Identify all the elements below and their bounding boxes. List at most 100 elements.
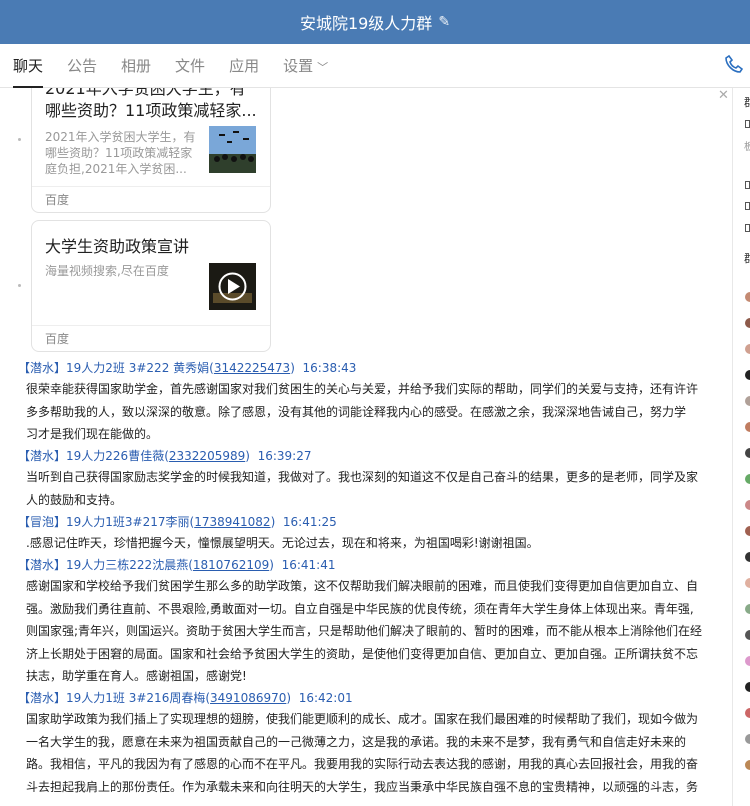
member-avatar[interactable] bbox=[745, 552, 750, 562]
member-avatar[interactable] bbox=[745, 604, 750, 614]
edit-title-icon[interactable]: ✎ bbox=[438, 14, 450, 30]
card-desc: 海量视频搜索,尽在百度 bbox=[45, 264, 169, 278]
tab-album-label: 相册 bbox=[121, 56, 152, 75]
sender-qq-link[interactable]: 2332205989 bbox=[169, 449, 245, 463]
sender-name[interactable]: 19人力226曹佳薇 bbox=[66, 449, 164, 463]
sender-name[interactable]: 19人力三栋222沈晨燕 bbox=[66, 558, 188, 572]
panel-checkbox[interactable] bbox=[745, 224, 750, 232]
member-avatar[interactable] bbox=[745, 708, 750, 718]
panel-checkbox[interactable] bbox=[745, 120, 750, 128]
right-side-panel: 群 板 群 bbox=[732, 88, 750, 806]
member-avatar[interactable] bbox=[745, 734, 750, 744]
panel-checkbox[interactable] bbox=[745, 181, 750, 189]
message-line: 当听到自己获得国家励志奖学金的时候我知道，我做对了。我也深刻的知道这不仅是自己奋… bbox=[26, 470, 699, 484]
sender-name[interactable]: 19人力1班 3#216周春梅 bbox=[66, 691, 205, 705]
sender-qq-link[interactable]: 3491086970 bbox=[210, 691, 286, 705]
sender-name[interactable]: 19人力1班3#217李丽 bbox=[66, 515, 190, 529]
card-source: 百度 bbox=[32, 186, 270, 212]
message-line: 斗去担起我肩上的那份责任。作为承载未来和向往明天的大学生，我应当秉承中华民族自强… bbox=[26, 779, 699, 794]
tab-files-label: 文件 bbox=[175, 56, 206, 75]
link-card-policy[interactable]: 2021年入学贫困大学生，有 哪些资助？11项政策减轻家... 2021年入学贫… bbox=[31, 88, 271, 213]
message-line: 路。我相信，平凡的我因为有了感恩的心而不在平凡。我要用我的实际行动去表达我的感谢… bbox=[26, 757, 699, 772]
group-title: 安城院19级人力群 bbox=[299, 14, 433, 33]
message-body: 国家助学政策为我们插上了实现理想的翅膀，使我们能更顺利的成长、成才。国家在我们最… bbox=[26, 708, 714, 798]
sender-qq-link[interactable]: 1738941082 bbox=[194, 515, 270, 529]
message-line: 多多帮助我的人，致以深深的敬意。除了感恩，没有其他的词能诠释我内心的感受。在感激… bbox=[26, 404, 687, 419]
message-line: 强。激励我们勇往直前、不畏艰险,勇敢面对一切。自立自强是中华民族的优良传统，须在… bbox=[26, 601, 694, 616]
card-source: 百度 bbox=[32, 325, 270, 351]
card-title-line: 哪些资助？11项政策减轻家... bbox=[45, 101, 257, 120]
tab-announcement-label: 公告 bbox=[67, 56, 98, 75]
member-avatar[interactable] bbox=[745, 448, 750, 458]
member-avatar[interactable] bbox=[745, 500, 750, 510]
tab-apps-label: 应用 bbox=[229, 56, 260, 75]
tab-files[interactable]: 文件 bbox=[175, 44, 205, 88]
chevron-down-icon: ﹀ bbox=[317, 60, 329, 74]
card-thumbnail-graduation bbox=[209, 126, 256, 173]
message-line: 人的鼓励和支持。 bbox=[26, 492, 123, 507]
message-line: 则国家强;青年兴，则国运兴。资助于贫困大学生而言，只是帮助他们解决了眼前的、暂时… bbox=[26, 624, 703, 639]
message-header: 【潜水】19人力2班 3#222 黄秀娟(3142225473) 16:38:4… bbox=[18, 361, 357, 375]
member-tag: 【潜水】 bbox=[18, 558, 67, 572]
card-title: 大学生资助政策宣讲 bbox=[45, 237, 190, 256]
member-avatar[interactable] bbox=[745, 682, 750, 692]
member-avatar[interactable] bbox=[745, 370, 750, 380]
tab-bar: 聊天 公告 相册 文件 应用 设置 ﹀ bbox=[0, 44, 750, 88]
chat-message-area[interactable]: 2021年入学贫困大学生，有 哪些资助？11项政策减轻家... 2021年入学贫… bbox=[0, 88, 732, 806]
message-line: 济上长期处于困窘的局面。国家和社会给予贫困大学生的资助，是使他们变得更加自信、更… bbox=[26, 646, 699, 661]
card-desc-line: 庭负担,2021年入学贫困... bbox=[45, 162, 187, 176]
member-tag: 【潜水】 bbox=[18, 691, 67, 705]
card-title-line: 2021年入学贫困大学生，有 bbox=[45, 88, 246, 98]
message-line: 习才是我们现在能做的。 bbox=[26, 427, 159, 442]
bullet-dot bbox=[18, 138, 21, 141]
message-line: .感恩记住昨天，珍惜把握今天，憧憬展望明天。无论过去，现在和将来，为祖国喝彩!谢… bbox=[26, 536, 539, 550]
message-line: 国家助学政策为我们插上了实现理想的翅膀，使我们能更顺利的成长、成才。国家在我们最… bbox=[26, 712, 699, 726]
member-avatar[interactable] bbox=[745, 344, 750, 354]
message-time: 16:39:27 bbox=[257, 449, 312, 463]
message-time: 16:41:41 bbox=[281, 558, 336, 572]
member-avatar[interactable] bbox=[745, 760, 750, 770]
member-avatar[interactable] bbox=[745, 292, 750, 302]
panel-checkbox[interactable] bbox=[745, 202, 750, 210]
member-avatar[interactable] bbox=[745, 474, 750, 484]
message-line: 感谢国家和学校给予我们贫困学生那么多的助学政策，这不仅帮助我们解决眼前的困难，而… bbox=[26, 579, 699, 593]
member-avatar[interactable] bbox=[745, 422, 750, 432]
tab-chat-label: 聊天 bbox=[13, 56, 44, 75]
message-header: 【冒泡】19人力1班3#217李丽(1738941082) 16:41:25 bbox=[18, 515, 337, 529]
message-line: 很荣幸能获得国家助学金，首先感谢国家对我们贫困生的关心与关爱，并给予我们实际的帮… bbox=[26, 382, 699, 396]
message-body: .感恩记住昨天，珍惜把握今天，憧憬展望明天。无论过去，现在和将来，为祖国喝彩!谢… bbox=[26, 532, 714, 555]
phone-icon[interactable] bbox=[724, 54, 744, 79]
member-avatar[interactable] bbox=[745, 578, 750, 588]
panel-label: 板 bbox=[744, 138, 750, 153]
member-avatar[interactable] bbox=[745, 656, 750, 666]
member-tag: 【冒泡】 bbox=[18, 515, 67, 529]
message-body: 很荣幸能获得国家助学金，首先感谢国家对我们贫困生的关心与关爱，并给予我们实际的帮… bbox=[26, 378, 714, 446]
tab-chat[interactable]: 聊天 bbox=[13, 44, 44, 88]
link-card-video[interactable]: 大学生资助政策宣讲 海量视频搜索,尽在百度 百度 bbox=[31, 220, 271, 352]
message-header: 【潜水】19人力三栋222沈晨燕(1810762109) 16:41:41 bbox=[18, 558, 336, 572]
member-avatar[interactable] bbox=[745, 630, 750, 640]
message-time: 16:42:01 bbox=[298, 691, 353, 705]
member-avatar[interactable] bbox=[745, 396, 750, 406]
tab-settings[interactable]: 设置 ﹀ bbox=[283, 44, 328, 88]
tab-announcement[interactable]: 公告 bbox=[67, 44, 97, 88]
sender-qq-link[interactable]: 1810762109 bbox=[193, 558, 269, 572]
panel-heading: 群 bbox=[744, 250, 750, 266]
message-header: 【潜水】19人力1班 3#216周春梅(3491086970) 16:42:01 bbox=[18, 691, 353, 705]
member-tag: 【潜水】 bbox=[18, 361, 67, 375]
message-line: 一名大学生的我，愿意在未来为祖国贡献自己的一己微薄之力，这是我的承诺。我的未来不… bbox=[26, 734, 687, 749]
bullet-dot bbox=[18, 284, 21, 287]
sender-qq-link[interactable]: 3142225473 bbox=[214, 361, 290, 375]
message-time: 16:41:25 bbox=[282, 515, 337, 529]
message-line: 扶志，助学重在育人。感谢祖国，感谢党! bbox=[26, 669, 247, 684]
member-tag: 【潜水】 bbox=[18, 449, 67, 463]
tab-apps[interactable]: 应用 bbox=[229, 44, 259, 88]
member-avatar[interactable] bbox=[745, 526, 750, 536]
tab-album[interactable]: 相册 bbox=[121, 44, 151, 88]
member-avatar[interactable] bbox=[745, 318, 750, 328]
card-thumbnail-video bbox=[209, 263, 256, 310]
sender-name[interactable]: 19人力2班 3#222 黄秀娟 bbox=[66, 361, 209, 375]
window-titlebar: 安城院19级人力群 ✎ bbox=[0, 0, 750, 44]
close-card-icon[interactable]: ✕ bbox=[718, 88, 729, 103]
message-body: 当听到自己获得国家励志奖学金的时候我知道，我做对了。我也深刻的知道这不仅是自己奋… bbox=[26, 466, 714, 511]
